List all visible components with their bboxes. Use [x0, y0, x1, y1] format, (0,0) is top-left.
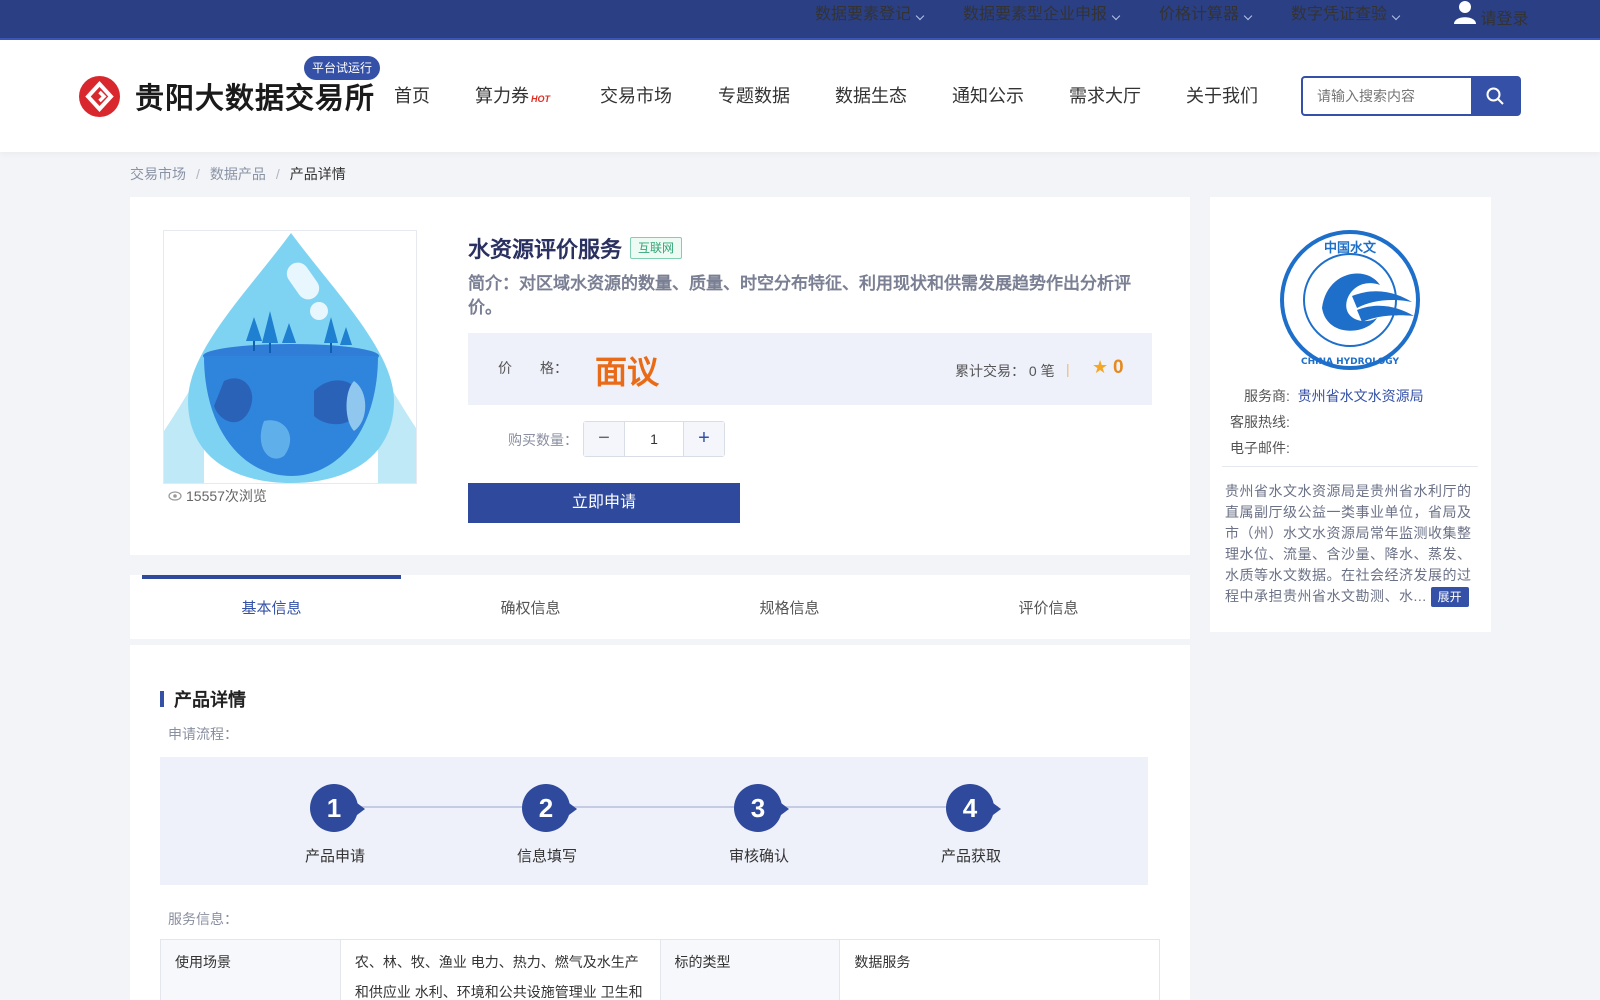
cumulative-value: 0 笔 — [1028, 363, 1055, 379]
topbar-label: 数字凭证查验 — [1291, 6, 1388, 23]
quantity-value[interactable]: 1 — [624, 422, 684, 456]
login-label: 请登录 — [1480, 11, 1529, 28]
provider-description-text: 贵州省水文水资源局是贵州省水利厅的直属副厅级公益一类事业单位，省局及市（州）水文… — [1225, 483, 1472, 604]
nav-market[interactable]: 交易市场 — [600, 80, 672, 112]
view-count-text: 15557次浏览 — [186, 488, 267, 504]
table-cell: 数据服务 — [839, 939, 1160, 1000]
chevron-down-icon — [915, 11, 925, 21]
search-button[interactable] — [1471, 78, 1519, 114]
nav-topic-data[interactable]: 专题数据 — [718, 80, 790, 112]
nav-notices[interactable]: 通知公示 — [952, 80, 1024, 112]
logo-mark-icon — [85, 81, 114, 112]
breadcrumb: 交易市场 / 数据产品 / 产品详情 — [130, 164, 346, 184]
chevron-down-icon — [1243, 11, 1253, 21]
eye-icon — [168, 491, 182, 501]
flow-step-2: 2 — [522, 784, 577, 832]
topbar-label: 数据要素登记 — [815, 6, 912, 23]
nav-label: 算力券 — [475, 86, 529, 106]
nav-about[interactable]: 关于我们 — [1186, 80, 1258, 112]
breadcrumb-separator: / — [196, 166, 200, 182]
chevron-down-icon — [1391, 11, 1401, 21]
price-value: 面议 — [595, 354, 660, 390]
tab-spec-info[interactable]: 规格信息 — [660, 575, 919, 639]
tab-review-info[interactable]: 评价信息 — [919, 575, 1178, 639]
flow-step-label: 审核确认 — [728, 848, 789, 865]
quantity-stepper: − 1 + — [583, 421, 725, 457]
login-link[interactable]: 请登录 — [1454, 0, 1528, 29]
service-info-label: 服务信息： — [168, 911, 238, 927]
provider-row: 服务商: 贵州省水文水资源局 — [1244, 386, 1424, 406]
table-cell-line: 农、林、牧、渔业 电力、热力、燃气及水生产 — [354, 954, 639, 970]
hotline-label: 客服热线: — [1230, 414, 1290, 430]
search-box — [1301, 76, 1521, 116]
quantity-label: 购买数量： — [508, 432, 578, 448]
china-hydrology-logo: 中国水文 CHINA HYDROLOGY — [1280, 230, 1420, 370]
flow-label: 申请流程： — [168, 726, 238, 742]
nav-demand-hall[interactable]: 需求大厅 — [1069, 80, 1141, 112]
logo-text-top: 中国水文 — [1324, 240, 1377, 256]
decrement-button[interactable]: − — [584, 422, 624, 456]
search-input[interactable] — [1303, 78, 1471, 114]
logo-text-bottom: CHINA HYDROLOGY — [1301, 357, 1399, 367]
topbar-price-calculator[interactable]: 价格计算器 — [1159, 0, 1253, 24]
cumulative-label: 累计交易： — [955, 363, 1025, 379]
product-image — [163, 230, 417, 484]
flow-step-label: 产品获取 — [940, 848, 1001, 865]
flow-connector — [358, 806, 998, 808]
flow-step-4: 4 — [946, 784, 1001, 832]
chevron-down-icon — [1111, 11, 1121, 21]
user-icon — [1454, 1, 1476, 24]
service-info-table: 使用场景 农、林、牧、渔业 电力、热力、燃气及水生产 和供应业 水利、环境和公共设… — [160, 939, 1160, 1000]
section-marker — [160, 691, 164, 707]
email-label: 电子邮件: — [1230, 440, 1290, 456]
nav-ecosystem[interactable]: 数据生态 — [835, 80, 907, 112]
breadcrumb-data-products[interactable]: 数据产品 — [210, 166, 266, 182]
search-icon — [1486, 87, 1504, 105]
section-title: 产品详情 — [174, 690, 246, 710]
flow-step-1: 1 — [310, 784, 365, 832]
apply-button[interactable]: 立即申请 — [468, 483, 740, 523]
price-label: 价 格： — [498, 360, 568, 376]
provider-name-link[interactable]: 贵州省水文水资源局 — [1298, 388, 1424, 404]
table-cell-line: 和供应业 水利、环境和公共设施管理业 卫生和 — [354, 984, 643, 1000]
star-icon: ★ — [1092, 357, 1109, 377]
table-cell: 农、林、牧、渔业 电力、热力、燃气及水生产 和供应业 水利、环境和公共设施管理业 … — [339, 939, 661, 1000]
topbar-data-registration[interactable]: 数据要素登记 — [815, 0, 925, 24]
breadcrumb-separator: / — [275, 166, 280, 182]
breadcrumb-current: 产品详情 — [289, 166, 346, 182]
expand-button[interactable]: 展开 — [1430, 587, 1469, 607]
water-drop-illustration — [164, 233, 416, 483]
product-intro: 简介：对区域水资源的数量、质量、时空分布特征、利用现状和供需发展趋势作出分析评价… — [468, 274, 1131, 317]
nav-compute-voucher[interactable]: 算力券 HOT — [475, 80, 550, 112]
divider — [1222, 466, 1478, 467]
topbar-label: 数据要素型企业申报 — [963, 6, 1108, 23]
topbar-enterprise-declaration[interactable]: 数据要素型企业申报 — [963, 0, 1121, 24]
table-row: 使用场景 农、林、牧、渔业 电力、热力、燃气及水生产 和供应业 水利、环境和公共设… — [160, 939, 1160, 1000]
topbar-voucher-check[interactable]: 数字凭证查验 — [1291, 0, 1401, 24]
flow-step-label: 信息填写 — [516, 848, 577, 865]
provider-logo: 中国水文 CHINA HYDROLOGY — [1272, 230, 1428, 374]
product-title: 水资源评价服务 — [468, 237, 623, 262]
trial-badge: 平台试运行 — [304, 56, 381, 80]
cumulative-trades: 累计交易： 0 笔 — [955, 361, 1055, 381]
table-header-cell: 使用场景 — [160, 939, 341, 1000]
divider: | — [1066, 361, 1070, 377]
rating-value: 0 — [1113, 357, 1124, 378]
nav-home[interactable]: 首页 — [394, 80, 430, 112]
provider-description: 贵州省水文水资源局是贵州省水利厅的直属副厅级公益一类事业单位，省局及市（州）水文… — [1225, 481, 1480, 607]
tab-basic-info[interactable]: 基本信息 — [142, 575, 401, 639]
flow-step-label: 产品申请 — [304, 848, 365, 865]
flow-step-3: 3 — [734, 784, 789, 832]
brand-name[interactable]: 贵阳大数据交易所 — [135, 75, 375, 117]
hot-badge: HOT — [531, 94, 550, 104]
provider-label: 服务商: — [1244, 388, 1290, 404]
industry-tag: 互联网 — [630, 237, 683, 259]
breadcrumb-market[interactable]: 交易市场 — [130, 166, 186, 182]
brand-logo[interactable] — [79, 76, 120, 117]
view-count: 15557次浏览 — [168, 486, 267, 506]
topbar-label: 价格计算器 — [1159, 6, 1240, 23]
increment-button[interactable]: + — [684, 422, 724, 456]
table-header-cell: 标的类型 — [659, 939, 841, 1000]
tab-rights-info[interactable]: 确权信息 — [401, 575, 660, 639]
